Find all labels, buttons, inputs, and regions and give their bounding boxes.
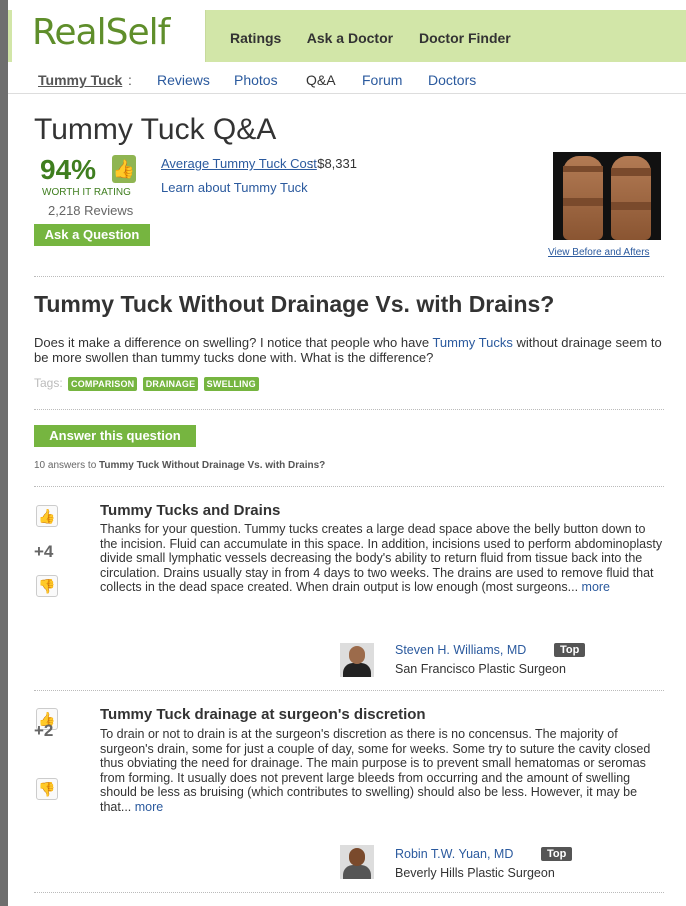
thumbs-up-icon[interactable]: 👍 (36, 505, 58, 527)
ask-question-button[interactable]: Ask a Question (34, 224, 150, 246)
top-header: RealSelf Ratings Ask a Doctor Doctor Fin… (8, 10, 686, 62)
doctor-avatar[interactable] (340, 845, 374, 879)
breadcrumb-tummy-tuck[interactable]: Tummy Tuck (38, 72, 122, 88)
tummy-tucks-link[interactable]: Tummy Tucks (432, 335, 512, 350)
thumbs-down-icon[interactable]: 👎 (36, 778, 58, 800)
question-text: Does it make a difference on swelling? I… (34, 335, 662, 365)
doctor-name[interactable]: Robin T.W. Yuan, MD (395, 847, 513, 861)
learn-about-link[interactable]: Learn about Tummy Tuck (161, 180, 308, 195)
subnav-reviews[interactable]: Reviews (157, 72, 210, 88)
divider (34, 486, 664, 487)
doctor-location: Beverly Hills Plastic Surgeon (395, 866, 555, 880)
subnav-qa[interactable]: Q&A (306, 72, 336, 88)
answer-body: Thanks for your question. Tummy tucks cr… (100, 522, 663, 595)
tag-swelling[interactable]: SWELLING (203, 377, 259, 391)
answer-question-button[interactable]: Answer this question (34, 425, 196, 447)
subnav-photos[interactable]: Photos (234, 72, 278, 88)
worth-it-label: WORTH IT RATING (42, 187, 131, 198)
doctor-avatar[interactable] (340, 643, 374, 677)
answer-count: 10 answers to Tummy Tuck Without Drainag… (34, 460, 326, 471)
answer-score: +2 (34, 721, 54, 740)
divider (34, 276, 664, 277)
review-count[interactable]: 2,218 Reviews (48, 203, 133, 218)
answer-score: +4 (34, 542, 54, 561)
divider (34, 409, 664, 410)
tag-drainage[interactable]: DRAINAGE (142, 377, 199, 391)
question-title: Tummy Tuck Without Drainage Vs. with Dra… (34, 291, 555, 317)
divider (34, 892, 664, 893)
tag-comparison[interactable]: COMPARISON (68, 377, 138, 391)
nav-ratings[interactable]: Ratings (230, 30, 281, 46)
top-badge: Top (541, 847, 573, 861)
worth-it-percent: 94% (40, 154, 97, 185)
average-cost-value: : $8,331 (310, 156, 357, 171)
more-link[interactable]: more (135, 800, 163, 814)
answer-body: To drain or not to drain is at the surge… (100, 727, 651, 814)
nav-ask-a-doctor[interactable]: Ask a Doctor (307, 30, 393, 46)
average-cost-link[interactable]: Average Tummy Tuck Cost (161, 156, 317, 171)
realself-logo[interactable]: RealSelf (12, 10, 206, 62)
tags-label: Tags: (34, 376, 63, 390)
tag-list: Tags: COMPARISON DRAINAGE SWELLING (34, 376, 259, 391)
doctor-name[interactable]: Steven H. Williams, MD (395, 643, 526, 657)
main-nav: Ratings Ask a Doctor Doctor Finder (230, 30, 533, 46)
sub-nav: Tummy Tuck : Reviews Photos Q&A Forum Do… (8, 62, 686, 94)
top-badge: Top (554, 643, 586, 657)
subnav-doctors[interactable]: Doctors (428, 72, 476, 88)
breadcrumb-separator: : (128, 72, 132, 88)
more-link[interactable]: more (582, 580, 610, 594)
page: RealSelf Ratings Ask a Doctor Doctor Fin… (8, 0, 686, 906)
answer-title[interactable]: Tummy Tuck drainage at surgeon's discret… (100, 706, 426, 723)
answer-title[interactable]: Tummy Tucks and Drains (100, 502, 280, 519)
nav-doctor-finder[interactable]: Doctor Finder (419, 30, 511, 46)
thumbs-up-icon: 👍 (112, 155, 136, 183)
doctor-location: San Francisco Plastic Surgeon (395, 662, 566, 676)
view-before-afters-link[interactable]: View Before and Afters (548, 247, 650, 258)
subnav-forum[interactable]: Forum (362, 72, 402, 88)
thumbs-down-icon[interactable]: 👎 (36, 575, 58, 597)
divider (34, 690, 664, 691)
before-after-image[interactable] (553, 152, 661, 240)
page-title: Tummy Tuck Q&A (34, 113, 277, 146)
